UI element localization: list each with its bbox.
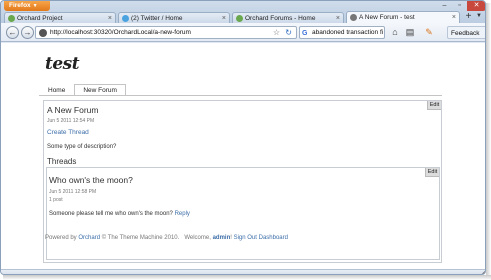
orchard-favicon-icon <box>236 15 243 22</box>
new-tab-button[interactable]: + <box>463 12 474 23</box>
close-icon[interactable]: × <box>452 12 456 23</box>
page-content: test Home New Forum Edit A New Forum Jun… <box>1 43 485 269</box>
forum-date: Jun 5 2011 12:54 PM <box>47 118 95 124</box>
tab-label: Orchard Forums - Home <box>245 15 316 22</box>
forward-button[interactable]: → <box>21 26 34 39</box>
tab-strip: Firefox ▼ Orchard Project × (2) Twitter /… <box>1 1 485 24</box>
addon-icon[interactable]: ✎ <box>422 26 436 39</box>
firefox-menu-label: Firefox <box>9 2 31 9</box>
dashboard-link[interactable]: Dashboard <box>259 235 288 241</box>
navigation-toolbar: ← → http://localhost:30320/OrchardLocal/… <box>1 23 485 50</box>
browser-window: Firefox ▼ Orchard Project × (2) Twitter /… <box>0 0 486 275</box>
address-bar[interactable]: http://localhost:30320/OrchardLocal/a-ne… <box>35 26 297 39</box>
reload-icon[interactable]: ↻ <box>285 27 292 38</box>
back-button[interactable]: ← <box>6 26 19 39</box>
firefox-menu-button[interactable]: Firefox ▼ <box>4 1 50 11</box>
chevron-down-icon: ▼ <box>32 3 38 9</box>
thread-post-count: 1 post <box>49 197 63 203</box>
maximize-button[interactable]: ▫ <box>452 1 467 11</box>
thread-post-body: Someone please tell me who own's the moo… <box>49 211 190 217</box>
forum-description: Some type of description? <box>47 144 117 150</box>
threads-heading: Threads <box>47 157 77 166</box>
window-shadow <box>486 3 491 279</box>
orchard-favicon-icon <box>8 15 15 22</box>
tab-label: A New Forum - test <box>359 14 415 21</box>
user-link[interactable]: admin <box>213 235 231 241</box>
orchard-link[interactable]: Orchard <box>78 235 100 241</box>
theme-credit: © The Theme Machine 2010. <box>101 235 180 241</box>
search-query: abandoned transaction fi <box>312 29 384 36</box>
minimize-button[interactable]: – <box>437 1 452 11</box>
twitter-favicon-icon <box>122 15 129 22</box>
edit-forum-button[interactable]: Edit <box>427 101 441 110</box>
welcome-text: Welcome, <box>184 235 211 241</box>
list-all-tabs-icon[interactable]: ▼ <box>476 13 482 19</box>
menu-divider <box>39 95 442 96</box>
thread-panel: Edit Who own's the moon? Jun 5 2011 12:5… <box>46 167 440 260</box>
feedback-button[interactable]: Feedback ▾ <box>447 26 485 50</box>
window-close-button[interactable]: ✕ <box>467 1 485 11</box>
feedback-label: Feedback <box>451 30 480 37</box>
tab-label: Orchard Project <box>17 15 63 22</box>
google-search-icon: G <box>302 30 308 37</box>
powered-by-text: Powered by <box>45 235 77 241</box>
home-icon[interactable]: ⌂ <box>388 26 402 39</box>
bookmark-star-icon[interactable]: ☆ <box>273 27 280 38</box>
url-text: http://localhost:30320/OrchardLocal/a-ne… <box>50 29 191 36</box>
thread-title[interactable]: Who own's the moon? <box>49 175 133 185</box>
forum-title: A New Forum <box>47 105 99 115</box>
reply-link[interactable]: Reply <box>175 211 190 217</box>
tab-label: (2) Twitter / Home <box>131 15 183 22</box>
thread-date: Jun 5 2011 12:58 PM <box>49 189 97 195</box>
edit-thread-button[interactable]: Edit <box>425 168 439 177</box>
create-thread-link[interactable]: Create Thread <box>47 129 89 136</box>
bookmarks-icon[interactable]: ▤ <box>403 26 417 39</box>
site-identity-icon[interactable] <box>39 29 47 37</box>
search-box[interactable]: G abandoned transaction fi <box>299 26 385 39</box>
page-favicon-icon <box>350 14 357 21</box>
sign-out-link[interactable]: Sign Out <box>234 235 257 241</box>
site-title[interactable]: test <box>45 54 80 74</box>
page-footer: Powered by Orchard © The Theme Machine 2… <box>45 235 288 241</box>
window-shadow <box>3 275 491 280</box>
post-text: Someone please tell me who own's the moo… <box>49 211 173 217</box>
